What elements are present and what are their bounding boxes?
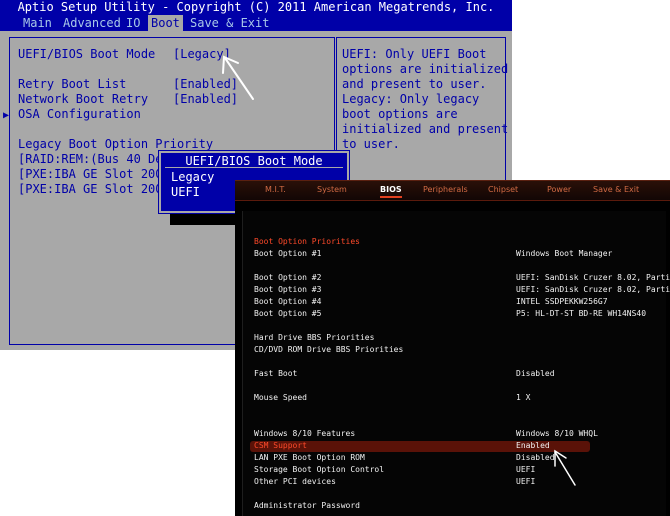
help-line: to user. [342,137,400,151]
setting-network-retry-value[interactable]: [Enabled] [173,92,238,106]
giga-setting-label[interactable]: Boot Option #2 [254,273,321,283]
giga-setting-label[interactable]: Administrator Password [254,501,360,511]
giga-setting-label[interactable]: Boot Option #4 [254,297,321,307]
giga-setting-value[interactable]: UEFI [516,465,535,475]
popup-option-uefi[interactable]: UEFI [171,185,200,199]
giga-setting-label[interactable]: Windows 8/10 Features [254,429,355,439]
tab-save-exit[interactable]: Save & Exit [593,184,639,196]
tab-save-exit[interactable]: Save & Exit [187,15,272,31]
giga-setting-value[interactable]: UEFI: SanDisk Cruzer 8.02, Partition 2 [516,285,670,295]
giga-setting-label[interactable]: Boot Option #3 [254,285,321,295]
popup-option-legacy[interactable]: Legacy [171,170,214,184]
giga-setting-label[interactable]: Mouse Speed [254,393,307,403]
giga-setting-value[interactable]: UEFI [516,477,535,487]
giga-setting-value[interactable]: UEFI: SanDisk Cruzer 8.02, Partition 1 [516,273,670,283]
setting-osa-config[interactable]: OSA Configuration [18,107,141,121]
giga-setting-label[interactable]: Boot Option #1 [254,249,321,259]
giga-setting-value[interactable]: Disabled [516,453,555,463]
tab-bios[interactable]: BIOS [380,184,402,198]
legacy-boot-item[interactable]: [RAID:REM:(Bus 40 Dev [18,152,170,166]
setting-network-retry-label[interactable]: Network Boot Retry [18,92,148,106]
giga-setting-label[interactable]: Boot Option #5 [254,309,321,319]
setting-boot-mode-value[interactable]: [Legacy] [173,47,231,61]
setting-retry-boot-value[interactable]: [Enabled] [173,77,238,91]
giga-setting-value[interactable]: Enabled [516,441,550,451]
aptio-title: Aptio Setup Utility - Copyright (C) 2011… [0,0,512,15]
tab-chipset[interactable]: Chipset [488,184,518,196]
popup-divider [165,167,343,168]
tab-main[interactable]: Main [20,15,55,31]
giga-tab-bar: M.I.T. System BIOS Peripherals Chipset P… [235,181,670,201]
giga-setting-label[interactable]: Storage Boot Option Control [254,465,384,475]
triangle-right-icon: ▶ [3,110,10,121]
help-line: initialized and present [342,122,509,136]
tab-power[interactable]: Power [547,184,571,196]
popup-title: UEFI/BIOS Boot Mode [185,154,323,168]
tab-peripherals[interactable]: Peripherals [423,184,468,196]
help-line: Legacy: Only legacy [342,92,480,106]
giga-setting-label[interactable]: CSM Support [254,441,307,451]
legacy-boot-item[interactable]: [PXE:IBA GE Slot 2000 [18,167,170,181]
giga-setting-value[interactable]: INTEL SSDPEKKW256G7 [516,297,608,307]
tab-io[interactable]: IO [123,15,143,31]
giga-setting-label[interactable]: Boot Option Priorities [254,237,360,247]
tab-mit[interactable]: M.I.T. [265,184,286,196]
tab-boot[interactable]: Boot [148,15,183,31]
giga-setting-value[interactable]: Windows 8/10 WHQL [516,429,598,439]
help-line: UEFI: Only UEFI Boot [342,47,487,61]
legacy-boot-item[interactable]: [PXE:IBA GE Slot 2001 [18,182,170,196]
setting-boot-mode-label[interactable]: UEFI/BIOS Boot Mode [18,47,155,61]
giga-setting-label[interactable]: Fast Boot [254,369,297,379]
tab-advanced[interactable]: Advanced [60,15,124,31]
giga-setting-label[interactable]: CD/DVD ROM Drive BBS Priorities [254,345,403,355]
tab-system[interactable]: System [317,184,347,196]
help-line: options are initialized [342,62,509,76]
setting-retry-boot-label[interactable]: Retry Boot List [18,77,126,91]
legacy-priority-heading: Legacy Boot Option Priority [18,137,214,151]
giga-setting-label[interactable]: Hard Drive BBS Priorities [254,333,374,343]
giga-setting-value[interactable]: P5: HL-DT-ST BD-RE WH14NS40 [516,309,646,319]
giga-setting-value[interactable]: Disabled [516,369,555,379]
giga-setting-value[interactable]: 1 X [516,393,530,403]
giga-setting-label[interactable]: Other PCI devices [254,477,336,487]
help-line: and present to user. [342,77,487,91]
aptio-menubar: Main Advanced IO Boot Save & Exit [0,15,512,31]
giga-setting-value[interactable]: Windows Boot Manager [516,249,612,259]
help-line: boot options are [342,107,458,121]
giga-setting-label[interactable]: LAN PXE Boot Option ROM [254,453,365,463]
